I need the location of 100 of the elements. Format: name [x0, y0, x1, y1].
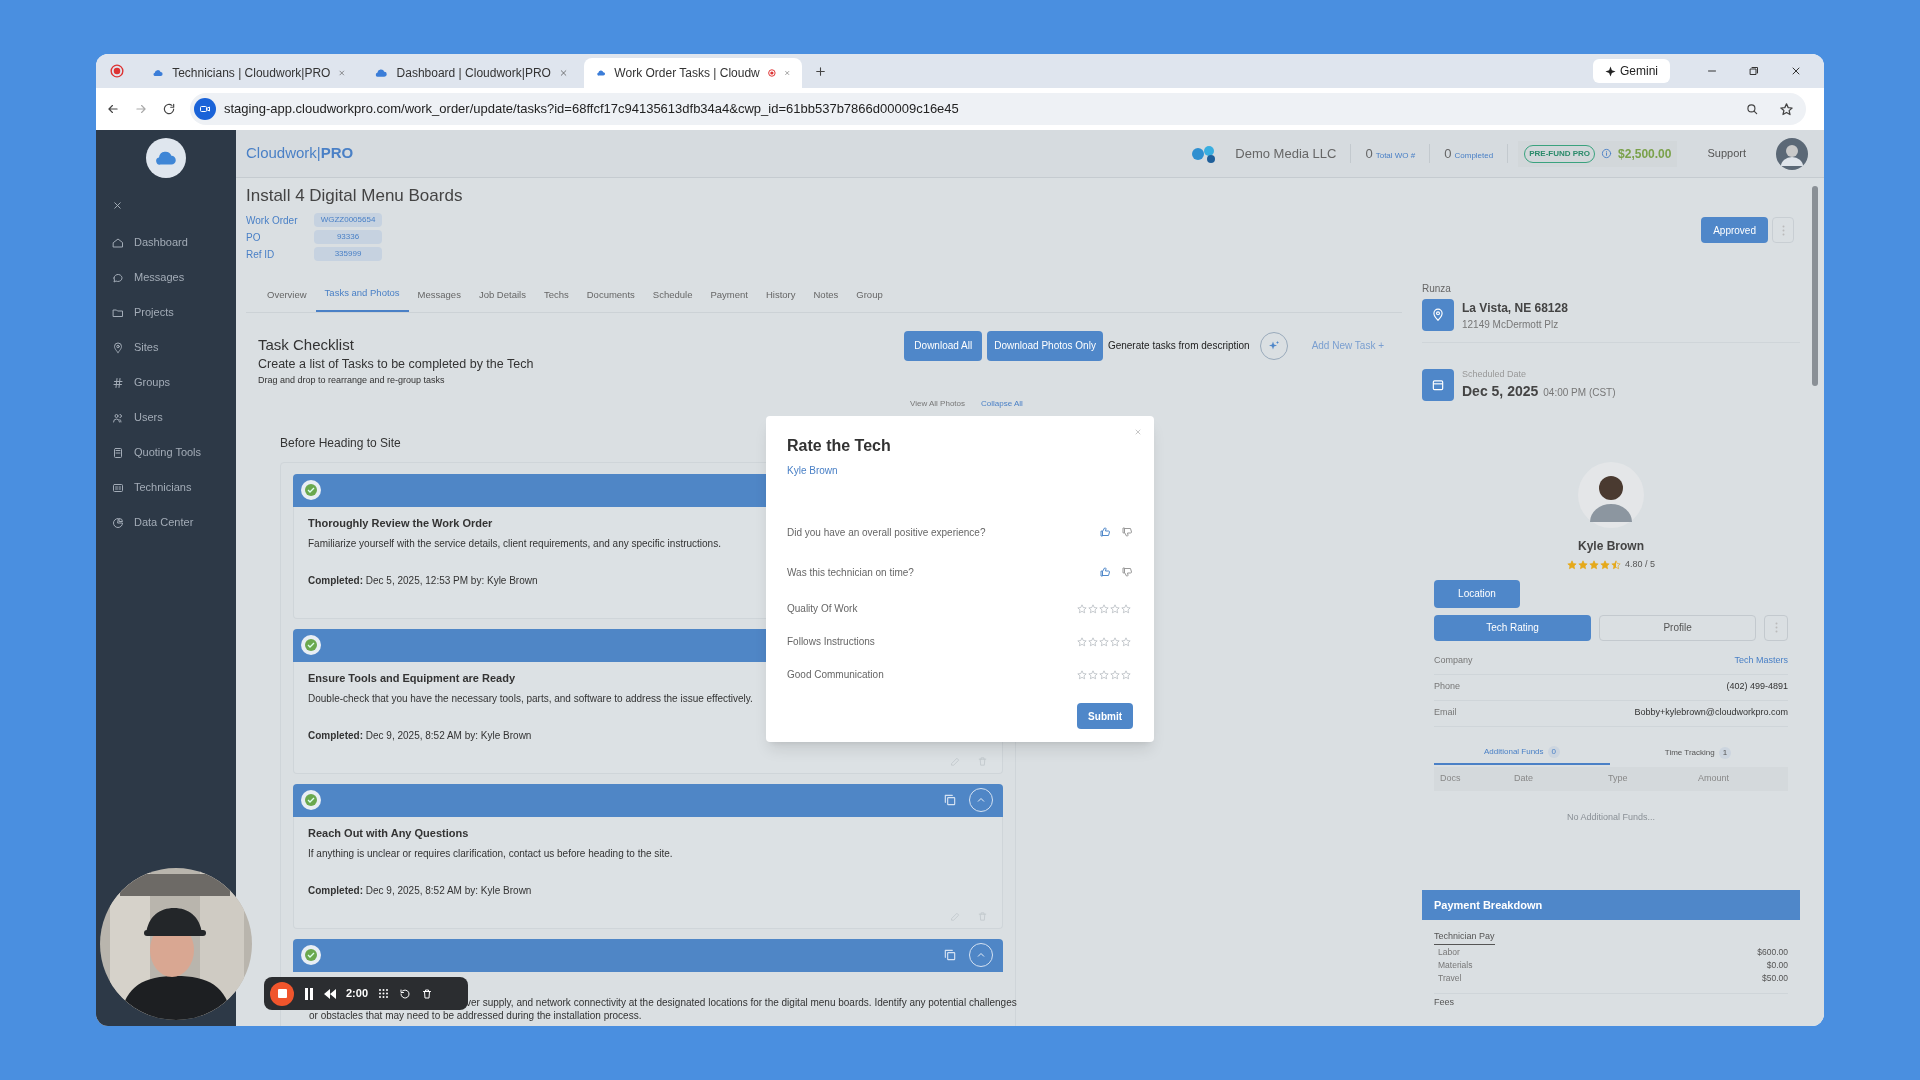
app-logo[interactable]	[146, 138, 186, 178]
restore-icon[interactable]	[1748, 65, 1760, 77]
field-value: 335999	[314, 247, 382, 261]
stat-value: 0	[1365, 144, 1373, 163]
thumbs-down-icon[interactable]	[1121, 566, 1133, 578]
completed-check-icon[interactable]	[301, 635, 321, 656]
column-header: Docs	[1439, 771, 1462, 785]
address-bar[interactable]: staging-app.cloudworkpro.com/work_order/update/tasks?id=68ffcf17c94135613dfb34a4&cwp_id=61bb537b7866d00009c16e45	[190, 93, 1806, 125]
site-city: La Vista, NE 68128	[1462, 299, 1568, 317]
status-button[interactable]: Approved	[1701, 217, 1768, 243]
support-link[interactable]: Support	[1707, 145, 1746, 162]
sidebar-item[interactable]: Technicians	[96, 470, 236, 505]
completed-info: Completed: Dec 5, 2025, 12:53 PM by: Kyle Brown	[308, 574, 538, 589]
forward-icon[interactable]	[134, 102, 148, 116]
sidebar-item[interactable]: Dashboard	[96, 225, 236, 260]
sidebar-item[interactable]: Sites	[96, 330, 236, 365]
task-title: Ensure Tools and Equipment are Ready	[308, 670, 515, 686]
scrollbar-thumb[interactable]	[1812, 186, 1818, 386]
funds-tab[interactable]: Additional Funds 0	[1434, 740, 1610, 765]
schedule-date: Dec 5, 2025	[1462, 382, 1539, 401]
restart-icon[interactable]	[399, 987, 412, 1000]
sidebar-item[interactable]: Groups	[96, 365, 236, 400]
completed-info: Completed: Dec 9, 2025, 8:52 AM by: Kyle Brown	[308, 729, 532, 744]
tab[interactable]: Tasks and Photos	[315, 286, 409, 312]
grid-icon[interactable]	[378, 988, 390, 999]
tech-tab[interactable]: Profile	[1599, 614, 1757, 641]
tab[interactable]: Overview	[258, 288, 316, 312]
star-icon	[1099, 636, 1109, 647]
dialog-title: Rate the Tech	[787, 436, 892, 456]
location-button[interactable]: Location	[1434, 579, 1520, 608]
location-icon[interactable]	[1422, 299, 1454, 331]
sidebar-item[interactable]: Projects	[96, 295, 236, 330]
copy-icon[interactable]	[943, 948, 957, 963]
close-icon[interactable]	[1790, 65, 1802, 77]
user-avatar[interactable]	[1776, 137, 1808, 170]
calculator-icon	[112, 446, 124, 459]
tab[interactable]: Payment	[701, 288, 757, 312]
payment-value: $600.00	[1757, 946, 1788, 959]
tab[interactable]: Group	[847, 288, 892, 312]
submit-button[interactable]: Submit	[1077, 703, 1133, 729]
tab[interactable]: Notes	[804, 288, 848, 312]
new-tab-icon[interactable]	[814, 64, 827, 78]
copy-icon[interactable]	[943, 793, 957, 808]
download-button[interactable]: Download Photos Only	[987, 330, 1103, 361]
collapse-all-link[interactable]: Collapse All	[981, 397, 1023, 410]
tab[interactable]: Techs	[534, 288, 578, 312]
star-icon	[1077, 636, 1087, 647]
balance-amount: $2,500.00	[1618, 145, 1672, 163]
technician-avatar	[1578, 462, 1644, 528]
download-button[interactable]: Download All	[904, 330, 983, 361]
field-label: Work Order	[246, 213, 299, 228]
star-icon	[1099, 669, 1109, 680]
folder-icon	[112, 306, 124, 319]
calendar-icon[interactable]	[1422, 368, 1454, 401]
tech-tab[interactable]: Tech Rating	[1434, 614, 1592, 641]
completed-check-icon[interactable]	[301, 480, 321, 501]
site-info-icon[interactable]	[194, 98, 216, 120]
zoom-icon[interactable]	[1745, 102, 1759, 116]
sidebar-item[interactable]: Users	[96, 400, 236, 435]
sidebar-item[interactable]: Messages	[96, 260, 236, 295]
rewind-icon[interactable]	[324, 988, 336, 999]
task-title: Thoroughly Review the Work Order	[308, 515, 493, 531]
pause-icon[interactable]	[304, 987, 314, 1000]
browser-tab[interactable]: Work Order Tasks | Cloudw	[584, 58, 802, 88]
star-icon	[1600, 559, 1610, 570]
thumbs-up-icon[interactable]	[1099, 566, 1111, 578]
tab[interactable]: Schedule	[643, 288, 702, 312]
tab[interactable]: Documents	[577, 288, 644, 312]
tab[interactable]: Messages	[408, 288, 470, 312]
thumbs-up-icon[interactable]	[1099, 526, 1111, 538]
completed-check-icon[interactable]	[301, 945, 321, 966]
browser-tab[interactable]: Technicians | Cloudwork|PRO	[140, 58, 358, 88]
thumbs-down-icon[interactable]	[1121, 526, 1133, 538]
view-photos-link[interactable]: View All Photos	[910, 397, 965, 410]
trash-icon[interactable]	[421, 987, 434, 1000]
sidebar-item[interactable]: Data Center	[96, 505, 236, 540]
technician-link[interactable]: Kyle Brown	[787, 463, 1133, 478]
bookmark-star-icon[interactable]	[1779, 101, 1794, 117]
brand-name[interactable]: Cloudwork|PRO	[246, 142, 354, 165]
stat-label: Completed	[1454, 149, 1494, 162]
tab[interactable]: Job Details	[469, 288, 535, 312]
funds-tab[interactable]: Time Tracking 1	[1610, 740, 1786, 765]
sparkle-icon	[1605, 65, 1616, 77]
company-link[interactable]: Tech Masters	[1734, 654, 1788, 668]
tab[interactable]: History	[756, 288, 805, 312]
reload-icon[interactable]	[162, 102, 176, 116]
site-name: Runza	[1422, 281, 1452, 296]
close-icon[interactable]	[112, 200, 123, 211]
star-icon	[1099, 603, 1109, 614]
field-label: Ref ID	[246, 247, 276, 262]
stop-button[interactable]	[270, 981, 294, 1006]
section-title: Task Checklist	[258, 335, 355, 356]
back-icon[interactable]	[106, 102, 120, 116]
payment-label: Travel	[1438, 972, 1462, 985]
sidebar-item[interactable]: Quoting Tools	[96, 435, 236, 470]
gemini-button[interactable]: Gemini	[1593, 59, 1670, 83]
recording-time: 2:00	[346, 986, 369, 1002]
task-description: or obstacles that may need to be addressed during the installation process.	[309, 1008, 642, 1022]
completed-check-icon[interactable]	[301, 790, 321, 811]
browser-tab[interactable]: Dashboard | Cloudwork|PRO	[362, 58, 580, 88]
